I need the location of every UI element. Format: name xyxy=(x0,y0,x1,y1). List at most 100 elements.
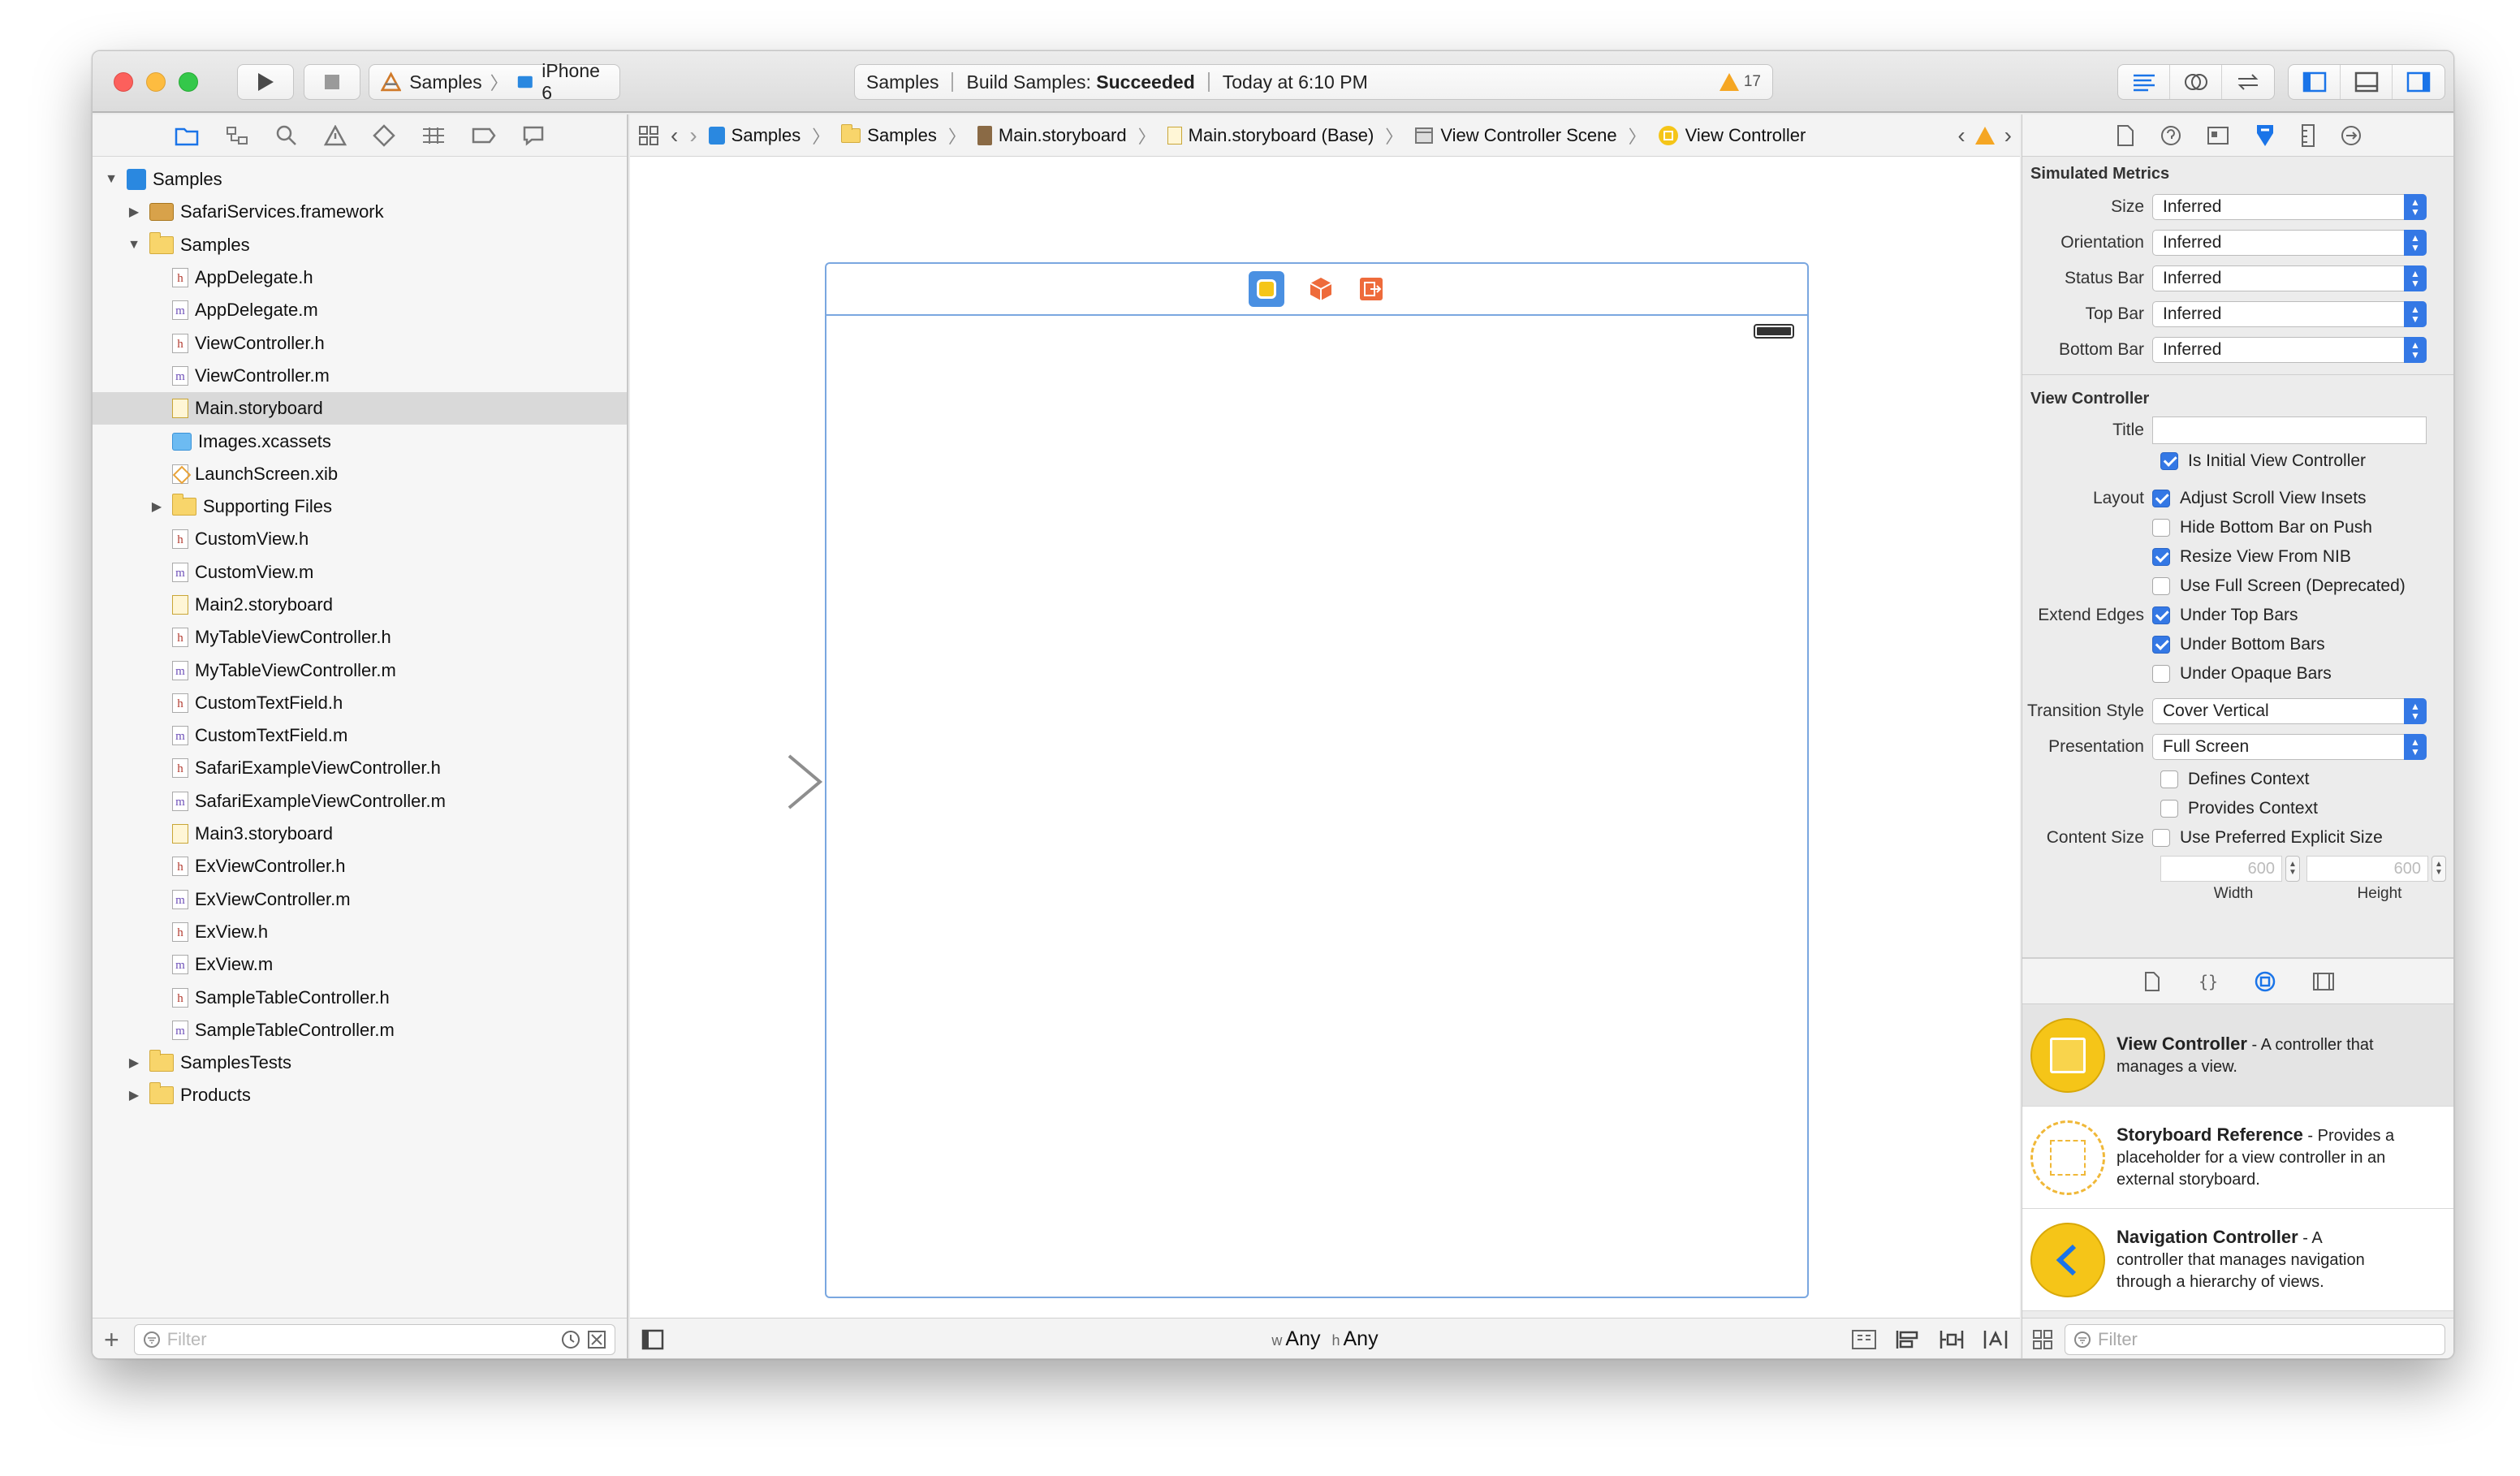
checkbox-row[interactable]: Layout Adjust Scroll View Insets xyxy=(2022,484,2453,513)
file-tree-row[interactable]: h MyTableViewController.h xyxy=(93,621,627,654)
quick-help-icon[interactable] xyxy=(2160,124,2182,147)
standard-editor-button[interactable] xyxy=(2118,65,2170,99)
navigator-filter-field[interactable]: Filter xyxy=(133,1323,615,1355)
file-tree-row[interactable]: m ExViewController.m xyxy=(93,883,627,916)
code-snippet-library-icon[interactable]: {} xyxy=(2197,971,2218,992)
simulated-metric-popup[interactable]: Inferred ▲ ▼ xyxy=(2152,301,2427,327)
media-library-icon[interactable] xyxy=(2312,972,2335,991)
attributes-inspector-icon[interactable] xyxy=(2254,123,2276,148)
file-tree-row[interactable]: m ViewController.m xyxy=(93,360,627,392)
library-filter-field[interactable]: Filter xyxy=(2065,1323,2445,1355)
first-responder-icon[interactable] xyxy=(1307,275,1335,303)
option-checkbox[interactable] xyxy=(2152,577,2170,595)
symbol-tab-icon[interactable] xyxy=(225,125,249,146)
file-tree-row[interactable]: ▶ Products xyxy=(93,1079,627,1111)
transition-style-popup[interactable]: Cover Vertical ▲ ▼ xyxy=(2152,698,2427,724)
content-size-row[interactable]: Content Size Use Preferred Explicit Size xyxy=(2022,823,2453,852)
breadcrumb-scene[interactable]: View Controller Scene xyxy=(1414,125,1617,146)
file-tree-row[interactable]: h ViewController.h xyxy=(93,326,627,359)
folder-tab-icon[interactable] xyxy=(175,125,199,146)
file-tree-row[interactable]: h CustomView.h xyxy=(93,523,627,555)
file-tree-row[interactable]: Images.xcassets xyxy=(93,425,627,457)
file-tree-row[interactable]: m ExView.m xyxy=(93,948,627,981)
presentation-popup[interactable]: Full Screen ▲ ▼ xyxy=(2152,734,2427,760)
defines-context-row[interactable]: Defines Context xyxy=(2022,765,2453,794)
provides-context-row[interactable]: Provides Context xyxy=(2022,794,2453,823)
scheme-selector[interactable]: Samples 〉 iPhone 6 xyxy=(369,60,620,103)
is-initial-checkbox[interactable] xyxy=(2160,452,2178,470)
toggle-utilities-button[interactable] xyxy=(2393,65,2444,99)
file-tree-row[interactable]: ▼ Samples xyxy=(93,229,627,261)
size-inspector-icon[interactable] xyxy=(2301,123,2315,148)
stop-button[interactable] xyxy=(304,64,360,100)
minimize-window-button[interactable] xyxy=(146,72,166,92)
simulated-metric-popup[interactable]: Inferred ▲ ▼ xyxy=(2152,337,2427,363)
disclosure-closed-icon[interactable]: ▶ xyxy=(127,1088,141,1103)
breakpoint-tab-icon[interactable] xyxy=(472,127,496,145)
toggle-debug-area-button[interactable] xyxy=(2341,65,2393,99)
zoom-window-button[interactable] xyxy=(179,72,198,92)
file-tree-row[interactable]: h ExViewController.h xyxy=(93,850,627,883)
option-checkbox[interactable] xyxy=(2152,636,2170,654)
breadcrumb-project[interactable]: Samples xyxy=(708,125,800,146)
provides-context-checkbox[interactable] xyxy=(2160,800,2178,818)
file-tree-row[interactable]: h SampleTableController.h xyxy=(93,981,627,1013)
option-checkbox[interactable] xyxy=(2152,519,2170,537)
warning-badge[interactable]: 17 xyxy=(1719,73,1761,91)
next-issue-icon[interactable]: › xyxy=(2004,123,2012,149)
search-icon[interactable] xyxy=(275,124,298,147)
option-checkbox[interactable] xyxy=(2152,548,2170,566)
file-tree-row[interactable]: h SafariExampleViewController.h xyxy=(93,752,627,784)
file-tree-row[interactable]: m MyTableViewController.m xyxy=(93,654,627,686)
scm-status-icon[interactable] xyxy=(587,1330,606,1349)
file-tree-row[interactable]: Main2.storyboard xyxy=(93,589,627,621)
width-field[interactable]: 600 xyxy=(2160,856,2282,882)
title-field[interactable] xyxy=(2152,416,2427,444)
library-item[interactable]: Storyboard Reference - Provides a placeho… xyxy=(2022,1107,2453,1209)
file-tree-row[interactable]: m AppDelegate.m xyxy=(93,294,627,326)
option-checkbox[interactable] xyxy=(2152,665,2170,683)
file-tree-row[interactable]: Main.storyboard xyxy=(93,392,627,425)
dock-view-controller-icon[interactable] xyxy=(1249,271,1284,307)
exit-icon[interactable] xyxy=(1357,275,1385,303)
grid-view-icon[interactable] xyxy=(2032,1329,2053,1350)
disclosure-open-icon[interactable]: ▼ xyxy=(104,172,119,187)
file-tree-row[interactable]: Main3.storyboard xyxy=(93,818,627,850)
initial-entry-arrow-icon[interactable] xyxy=(662,749,825,814)
warning-icon[interactable] xyxy=(1974,126,1995,145)
object-library-icon[interactable] xyxy=(2254,970,2276,993)
breadcrumb-view-controller[interactable]: View Controller xyxy=(1658,125,1806,146)
library-item[interactable]: View Controller - A controller that manag… xyxy=(2022,1004,2453,1107)
file-tree-row[interactable]: h AppDelegate.h xyxy=(93,261,627,294)
library-item[interactable]: Navigation Controller - A controller that… xyxy=(2022,1209,2453,1311)
debug-tab-icon[interactable] xyxy=(421,126,446,145)
pin-icon[interactable] xyxy=(1939,1329,1965,1350)
previous-issue-icon[interactable]: ‹ xyxy=(1957,123,1965,149)
checkbox-row[interactable]: Resize View From NIB xyxy=(2022,542,2453,572)
height-field[interactable]: 600 xyxy=(2306,856,2428,882)
file-template-library-icon[interactable] xyxy=(2143,971,2161,992)
storyboard-canvas[interactable] xyxy=(630,157,2020,1318)
file-tree-row[interactable]: m CustomTextField.m xyxy=(93,719,627,752)
align-icon[interactable] xyxy=(1895,1329,1921,1350)
recent-files-icon[interactable] xyxy=(561,1330,580,1349)
file-tree-row[interactable]: ▶ Supporting Files xyxy=(93,490,627,523)
use-preferred-size-checkbox[interactable] xyxy=(2152,829,2170,847)
issue-tab-icon[interactable] xyxy=(324,124,347,146)
checkbox-row[interactable]: Under Opaque Bars xyxy=(2022,659,2453,688)
disclosure-closed-icon[interactable]: ▶ xyxy=(149,499,164,514)
checkbox-row[interactable]: Under Bottom Bars xyxy=(2022,630,2453,659)
checkbox-row[interactable]: Hide Bottom Bar on Push xyxy=(2022,513,2453,542)
file-tree-row[interactable]: m SafariExampleViewController.m xyxy=(93,785,627,818)
report-tab-icon[interactable] xyxy=(522,125,545,146)
disclosure-open-icon[interactable]: ▼ xyxy=(127,238,141,252)
add-file-icon[interactable]: + xyxy=(104,1327,119,1353)
file-tree-row[interactable]: ▼ Samples xyxy=(93,163,627,196)
file-tree-row[interactable]: ▶ SafariServices.framework xyxy=(93,196,627,228)
file-tree-row[interactable]: LaunchScreen.xib xyxy=(93,458,627,490)
checkbox-row[interactable]: Use Full Screen (Deprecated) xyxy=(2022,572,2453,601)
simulated-metric-popup[interactable]: Inferred ▲ ▼ xyxy=(2152,230,2427,256)
resolve-issues-icon[interactable] xyxy=(1983,1329,2009,1350)
size-class-control[interactable]: w Any h Any xyxy=(1271,1327,1378,1351)
version-editor-button[interactable] xyxy=(2222,65,2274,99)
